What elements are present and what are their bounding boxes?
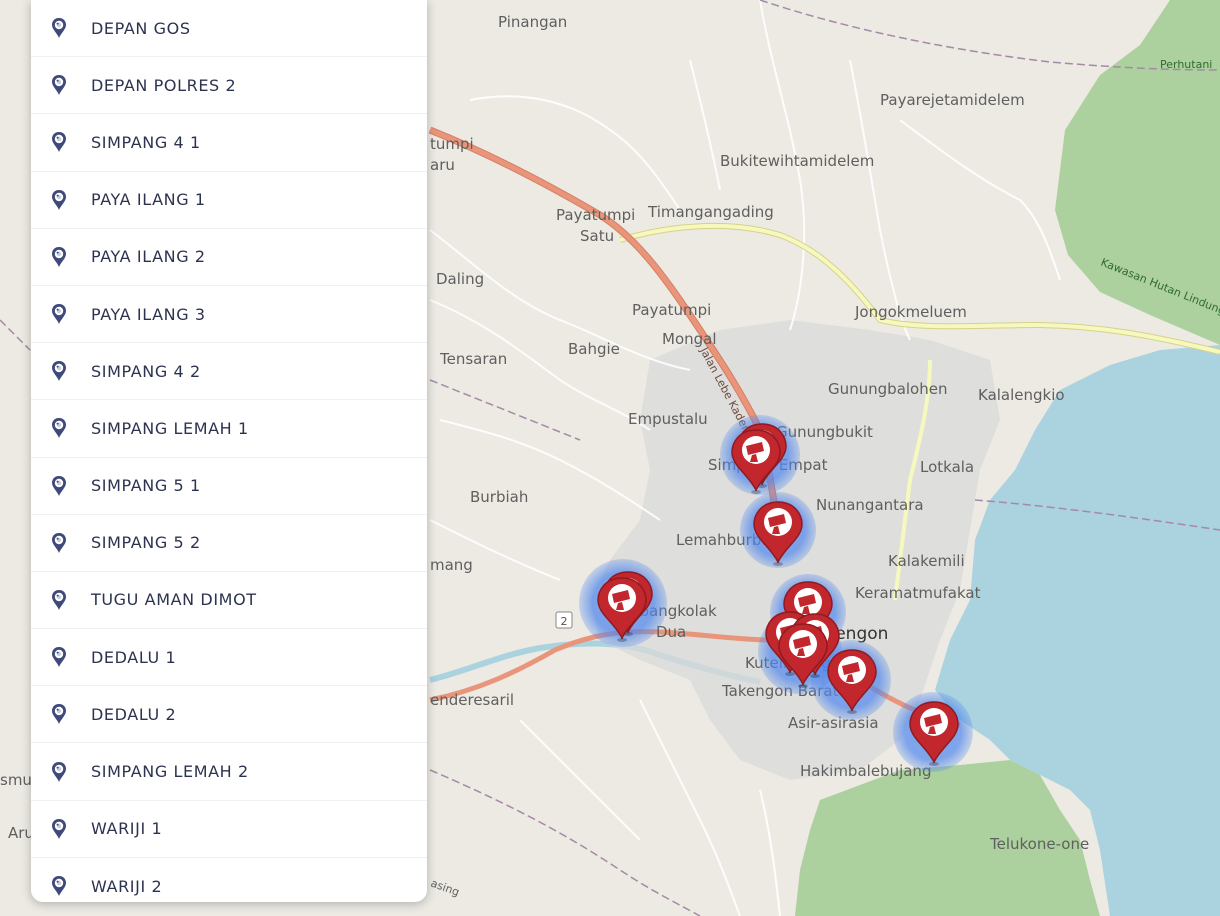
place-label-payarejetamidelem: Payarejetamidelem [880,91,1025,109]
place-label-enderesaril: enderesaril [430,691,514,709]
place-label-empustalu: Empustalu [628,410,708,428]
location-list-panel: DEPAN GOS DEPAN POLRES 2 SIMPANG 4 1 PAYA I… [31,0,427,902]
place-label-kalakemili: Kalakemili [888,552,965,570]
location-pin-icon [49,588,69,612]
place-label-gunungbalohen: Gunungbalohen [828,380,947,398]
location-pin-icon [49,302,69,326]
location-list-item[interactable]: PAYA ILANG 2 [31,229,427,286]
location-pin-icon [49,245,69,269]
location-label: SIMPANG LEMAH 1 [91,418,249,438]
location-pin-icon [49,702,69,726]
place-label-pinangan: Pinangan [498,13,567,31]
location-label: SIMPANG LEMAH 2 [91,762,249,782]
svg-text:2: 2 [561,615,568,628]
location-pin-icon [49,817,69,841]
location-pin-icon [49,760,69,784]
location-label: PAYA ILANG 3 [91,304,206,324]
location-list-item[interactable]: SIMPANG 5 2 [31,515,427,572]
location-list-item[interactable]: DEPAN POLRES 2 [31,57,427,115]
location-list-item[interactable]: PAYA ILANG 3 [31,286,427,344]
place-label-satu: Satu [580,227,614,245]
place-label-lotkala: Lotkala [920,458,974,476]
location-label: SIMPANG 5 2 [91,533,201,553]
location-list-item[interactable]: WARIJI 2 [31,858,427,902]
place-label-payatumpi-satu: Payatumpi [556,206,635,224]
place-label-keramatmufakat: Keramatmufakat [855,584,981,602]
location-list-item[interactable]: SIMPANG LEMAH 2 [31,743,427,801]
location-label: WARIJI 1 [91,819,163,839]
place-label-timangangading: Timangangading [647,203,774,221]
location-label: PAYA ILANG 1 [91,190,206,210]
location-list-item[interactable]: SIMPANG LEMAH 1 [31,400,427,458]
place-label-payatumpi: Payatumpi [632,301,711,319]
place-label-telukone-one: Telukone-one [989,835,1089,853]
location-list-item[interactable]: DEDALU 2 [31,686,427,744]
place-label-tumpi: tumpi [430,135,474,153]
location-pin-icon [49,130,69,154]
location-label: TUGU AMAN DIMOT [91,590,257,610]
place-label-kalalengkio: Kalalengkio [978,386,1065,404]
route-shield: 2 [555,611,573,629]
location-label: SIMPANG 5 1 [91,476,201,496]
location-pin-icon [49,16,69,40]
location-pin-icon [49,188,69,212]
place-label-jongokmeluem: Jongokmeluem [854,303,967,321]
location-list: DEPAN GOS DEPAN POLRES 2 SIMPANG 4 1 PAYA I… [31,0,427,902]
location-label: DEPAN POLRES 2 [91,75,237,95]
location-label: DEDALU 2 [91,704,177,724]
location-label: DEPAN GOS [91,18,191,38]
place-label-nunangantara: Nunangantara [816,496,924,514]
location-pin-icon [49,531,69,555]
place-label-bahgie: Bahgie [568,340,620,358]
location-list-item[interactable]: DEDALU 1 [31,629,427,687]
location-label: SIMPANG 4 1 [91,132,201,152]
location-pin-icon [49,359,69,383]
location-list-item[interactable]: WARIJI 1 [31,801,427,858]
place-label-perhutani: Perhutani [1160,58,1212,71]
location-label: PAYA ILANG 2 [91,247,206,267]
location-pin-icon [49,874,69,898]
place-label-burbiah: Burbiah [470,488,528,506]
location-label: WARIJI 2 [91,876,163,896]
location-list-item[interactable]: DEPAN GOS [31,0,427,58]
location-list-item[interactable]: TUGU AMAN DIMOT [31,572,427,630]
location-list-item[interactable]: SIMPANG 4 2 [31,343,427,401]
place-label-tensaran: Tensaran [439,350,507,368]
location-pin-icon [49,474,69,498]
location-label: DEDALU 1 [91,647,177,667]
location-pin-icon [49,416,69,440]
location-label: SIMPANG 4 2 [91,361,201,381]
location-list-item[interactable]: SIMPANG 5 1 [31,458,427,515]
location-list-item[interactable]: PAYA ILANG 1 [31,172,427,229]
place-label-bukitewihtamidelem: Bukitewihtamidelem [720,152,874,170]
place-label-daling: Daling [436,270,484,288]
place-label-aru: aru [430,156,455,174]
location-pin-icon [49,645,69,669]
location-pin-icon [49,73,69,97]
location-list-item[interactable]: SIMPANG 4 1 [31,114,427,172]
place-label-mang: mang [430,556,473,574]
